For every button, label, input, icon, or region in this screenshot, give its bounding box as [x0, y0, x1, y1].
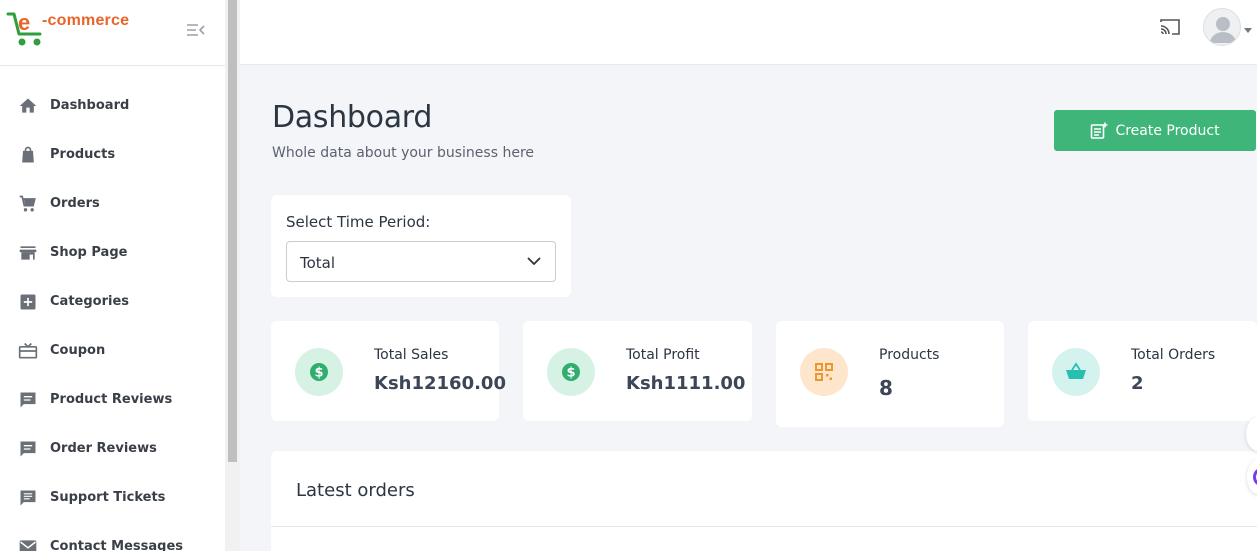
stat-card-total-sales: $ Total Sales Ksh12160.00: [271, 321, 506, 421]
sidebar-item-label: Products: [50, 147, 116, 162]
stat-label: Total Profit: [626, 347, 700, 363]
page-subtitle: Whole data about your business here: [272, 145, 535, 161]
sidebar-item-label: Coupon: [50, 343, 106, 358]
sidebar-item-contact-messages[interactable]: Contact Messages: [0, 522, 225, 551]
sidebar-item-product-reviews[interactable]: Product Reviews: [0, 375, 225, 424]
mail-icon: [18, 537, 38, 551]
stat-label: Products: [879, 347, 940, 363]
home-icon: [18, 96, 38, 116]
stat-value: 8: [879, 376, 893, 400]
stat-value: 2: [1131, 373, 1144, 394]
user-avatar-icon[interactable]: [1203, 8, 1241, 46]
gift-card-icon: [18, 341, 38, 361]
sidebar-item-label: Product Reviews: [50, 392, 173, 407]
time-period-label: Select Time Period:: [286, 213, 431, 231]
sidebar-scrollbar-thumb[interactable]: [228, 0, 237, 462]
sidebar-item-products[interactable]: Products: [0, 130, 225, 179]
stat-label: Total Sales: [374, 347, 449, 363]
sidebar-item-label: Categories: [50, 294, 130, 309]
sidebar-item-label: Dashboard: [50, 98, 130, 113]
qr-code-icon: [800, 348, 848, 396]
logo-text: -commerce: [42, 12, 130, 29]
create-product-label: Create Product: [1115, 122, 1220, 139]
sidebar-item-coupon[interactable]: Coupon: [0, 326, 225, 375]
sidebar-item-order-reviews[interactable]: Order Reviews: [0, 424, 225, 473]
stat-card-total-profit: $ Total Profit Ksh1111.00: [523, 321, 752, 421]
basket-icon: [1052, 348, 1100, 396]
top-bar: [240, 0, 1257, 65]
floating-action-button[interactable]: [1246, 417, 1257, 451]
sidebar-item-categories[interactable]: Categories: [0, 277, 225, 326]
menu-collapse-icon[interactable]: [186, 22, 206, 38]
dollar-icon: $: [547, 348, 595, 396]
time-period-select[interactable]: Total: [286, 241, 556, 282]
sidebar-item-label: Order Reviews: [50, 441, 157, 456]
shopping-cart-icon: [18, 194, 38, 214]
sidebar-item-label: Shop Page: [50, 245, 128, 260]
add-box-icon: [18, 292, 38, 312]
stat-value: Ksh1111.00: [626, 373, 746, 394]
comment-icon: [18, 439, 38, 459]
stat-card-products: Products 8: [776, 321, 1004, 427]
svg-text:$: $: [314, 366, 323, 381]
sidebar-item-label: Orders: [50, 196, 100, 211]
sidebar-item-support-tickets[interactable]: Support Tickets: [0, 473, 225, 522]
support-chat-icon: [18, 488, 38, 508]
shopping-bag-icon: [18, 145, 38, 165]
sidebar-nav: Dashboard Products Orders Shop Page Cate…: [0, 81, 225, 551]
stat-value: Ksh12160.00: [374, 373, 506, 394]
logo-row: e -commerce: [0, 0, 225, 66]
logo-letter: e: [18, 10, 30, 35]
svg-text:$: $: [566, 366, 575, 381]
create-product-button[interactable]: Create Product: [1054, 110, 1256, 151]
chat-widget-icon: [1253, 468, 1257, 486]
sidebar: e -commerce Dashboard Products Orders Sh…: [0, 0, 225, 551]
sidebar-item-label: Support Tickets: [50, 490, 166, 505]
sidebar-item-orders[interactable]: Orders: [0, 179, 225, 228]
add-note-icon: [1091, 122, 1108, 139]
page-title: Dashboard: [272, 100, 433, 135]
latest-orders-title: Latest orders: [296, 480, 415, 501]
sidebar-item-label: Contact Messages: [50, 539, 184, 551]
latest-orders-card: Latest orders: [271, 451, 1257, 551]
time-period-value: Total: [300, 254, 336, 272]
sidebar-item-shop-page[interactable]: Shop Page: [0, 228, 225, 277]
sidebar-item-dashboard[interactable]: Dashboard: [0, 81, 225, 130]
stat-label: Total Orders: [1131, 347, 1216, 363]
chevron-down-icon[interactable]: [1244, 28, 1252, 33]
time-period-card: Select Time Period: Total: [271, 195, 571, 297]
divider: [271, 526, 1257, 527]
chevron-down-icon: [527, 257, 541, 266]
comment-icon: [18, 390, 38, 410]
stat-card-total-orders: Total Orders 2: [1028, 321, 1257, 421]
dollar-icon: $: [295, 348, 343, 396]
storefront-icon: [18, 243, 38, 263]
cast-icon[interactable]: [1159, 18, 1181, 36]
